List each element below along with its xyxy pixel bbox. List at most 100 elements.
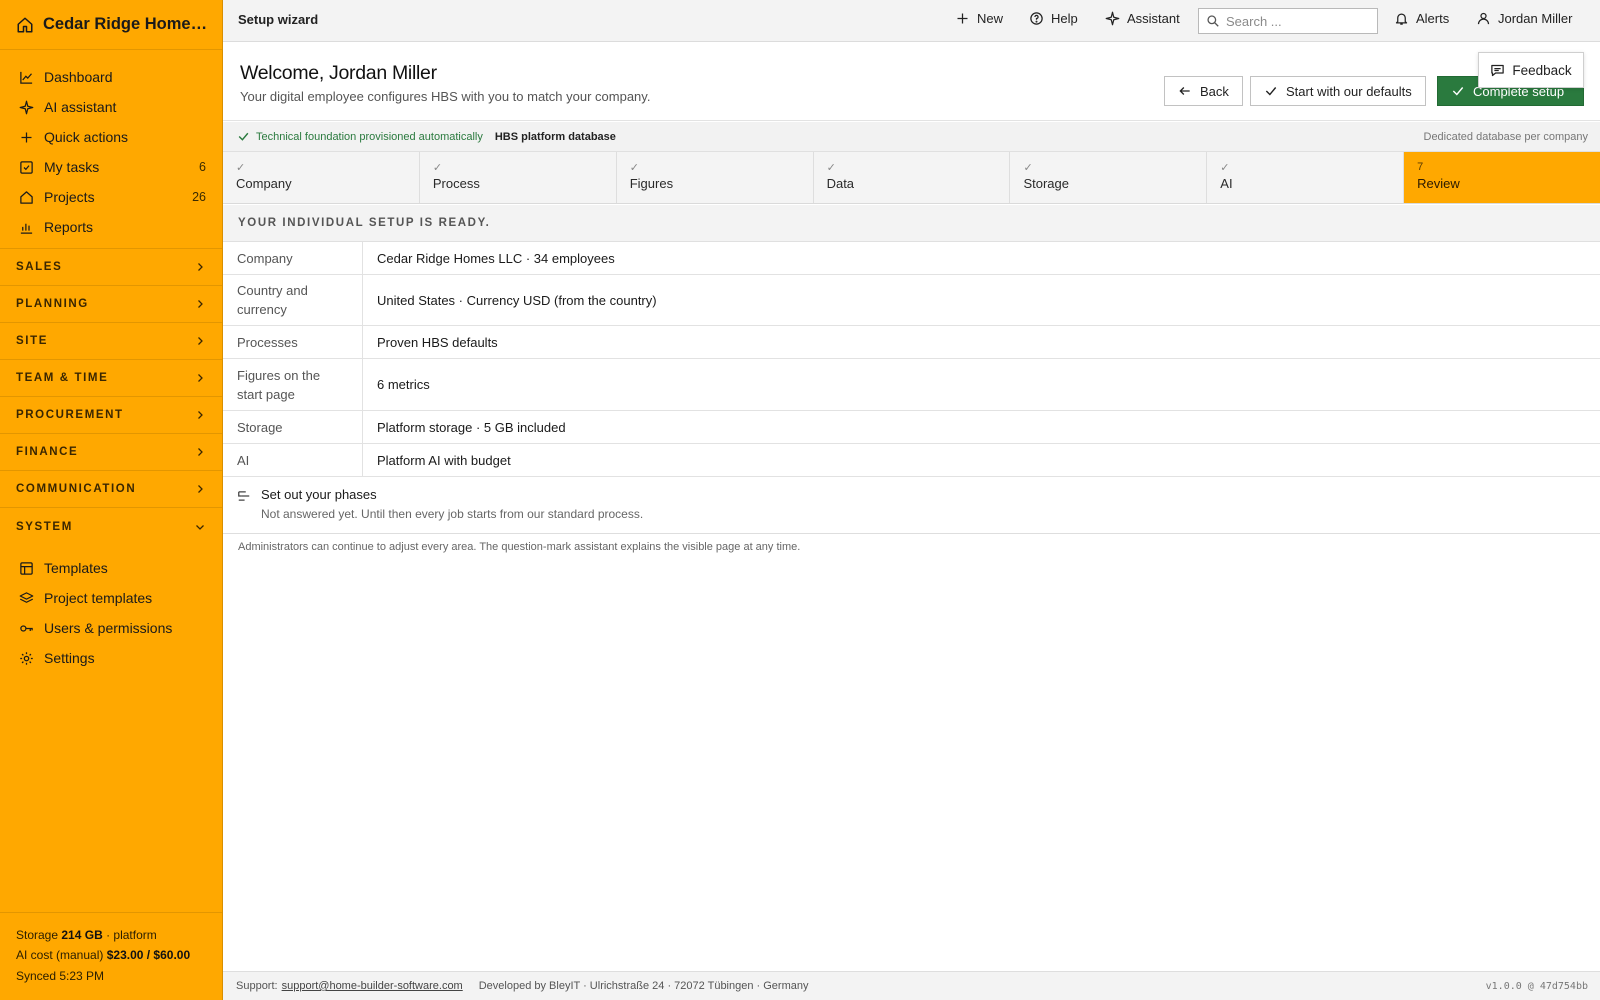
sidebar-item-label: Settings	[44, 650, 95, 666]
sidebar-item-project-templates[interactable]: Project templates	[0, 583, 222, 613]
phases-text: Set out your phases Not answered yet. Un…	[261, 487, 643, 523]
section-label: SYSTEM	[16, 520, 73, 533]
brand[interactable]: Cedar Ridge Homes LLC	[0, 0, 222, 50]
summary-value: Platform AI with budget	[377, 452, 511, 468]
summary-key: Processes	[223, 326, 363, 358]
search-box[interactable]	[1198, 8, 1378, 34]
section-finance[interactable]: FINANCE	[0, 434, 222, 471]
step-figures[interactable]: ✓ Figures	[616, 152, 814, 203]
storage-value: 214 GB	[61, 927, 103, 942]
sidebar-item-settings[interactable]: Settings	[0, 643, 222, 673]
storage-suffix: · platform	[106, 927, 157, 942]
check-icon	[1264, 84, 1278, 98]
step-storage[interactable]: ✓ Storage	[1010, 152, 1208, 203]
storage-label: Storage	[16, 927, 59, 942]
sync-status: Synced 5:23 PM	[16, 968, 105, 983]
step-label: Process	[432, 176, 480, 191]
chevron-right-icon	[194, 409, 206, 421]
feedback-button[interactable]: Feedback	[1478, 52, 1584, 88]
home-icon	[19, 190, 34, 205]
sidebar-item-templates[interactable]: Templates	[0, 553, 222, 583]
sidebar-item-my-tasks[interactable]: My tasks 6	[0, 152, 222, 182]
step-label: Storage	[1023, 176, 1069, 191]
new-button[interactable]: New	[955, 11, 1003, 26]
summary-row: Company Cedar Ridge Homes LLC · 34 emplo…	[223, 242, 1600, 275]
summary-value: United States · Currency USD (from the c…	[377, 292, 657, 308]
step-label: Figures	[629, 176, 674, 191]
step-check-mark: ✓	[1023, 162, 1033, 174]
step-company[interactable]: ✓ Company	[223, 152, 420, 203]
summary-key: Company	[223, 242, 363, 274]
sidebar-item-projects[interactable]: Projects 26	[0, 182, 222, 212]
database-note: Dedicated database per company	[1423, 130, 1589, 143]
section-communication[interactable]: COMMUNICATION	[0, 471, 222, 508]
section-label: COMMUNICATION	[16, 483, 137, 495]
step-review[interactable]: 7 Review	[1404, 152, 1600, 203]
section-label: PLANNING	[16, 298, 89, 310]
summary-row: Country and currency United States · Cur…	[223, 275, 1600, 326]
section-sales[interactable]: SALES	[0, 249, 222, 286]
summary-key: AI	[223, 444, 363, 476]
phases-prompt[interactable]: Set out your phases Not answered yet. Un…	[223, 477, 1600, 534]
plus-icon	[955, 11, 970, 26]
bar-chart-icon	[19, 220, 34, 235]
database-name: HBS platform database	[494, 130, 616, 143]
section-planning[interactable]: PLANNING	[0, 286, 222, 323]
page-title: Setup wizard	[238, 12, 319, 27]
search-input[interactable]	[1226, 13, 1366, 29]
ai-cost-label: AI cost (manual)	[16, 948, 104, 962]
section-label: TEAM & TIME	[16, 372, 109, 384]
system-nav: Templates Project templates Users & perm…	[0, 545, 222, 673]
checkbox-icon	[19, 160, 34, 175]
chat-icon	[1490, 63, 1505, 78]
chevron-right-icon	[194, 372, 206, 384]
step-check-mark: ✓	[826, 162, 836, 174]
chevron-right-icon	[194, 483, 206, 495]
sidebar-footer: Storage 214 GB · platform AI cost (manua…	[0, 911, 222, 1000]
sidebar-item-dashboard[interactable]: Dashboard	[0, 62, 222, 92]
user-menu-button[interactable]: Jordan Miller	[1476, 11, 1572, 26]
step-process[interactable]: ✓ Process	[419, 152, 617, 203]
sidebar-item-label: Users & permissions	[44, 620, 173, 636]
summary-value: Cedar Ridge Homes LLC · 34 employees	[377, 250, 615, 266]
summary-value: Proven HBS defaults	[377, 334, 498, 350]
sidebar-item-label: Reports	[44, 219, 94, 235]
step-ai[interactable]: ✓ AI	[1207, 152, 1405, 203]
summary-row: Processes Proven HBS defaults	[223, 326, 1600, 359]
help-button[interactable]: Help	[1029, 11, 1078, 26]
sidebar-item-quick-actions[interactable]: Quick actions	[0, 122, 222, 152]
sidebar-item-label: Projects	[44, 189, 95, 205]
welcome-subtitle: Your digital employee configures HBS wit…	[240, 89, 651, 104]
chart-line-icon	[19, 70, 34, 85]
back-button[interactable]: Back	[1164, 76, 1243, 106]
sidebar-item-label: Quick actions	[44, 129, 129, 145]
ai-cost-value: $23.00 / $60.00	[106, 948, 191, 962]
support-email-link[interactable]: support@home-builder-software.com	[282, 980, 463, 992]
section-label: FINANCE	[16, 446, 79, 458]
task-count-badge: 6	[199, 160, 206, 174]
step-number: 7	[1417, 161, 1424, 173]
section-team-time[interactable]: TEAM & TIME	[0, 360, 222, 397]
admin-note: Administrators can continue to adjust ev…	[238, 541, 801, 553]
sidebar-item-label: Dashboard	[44, 69, 113, 85]
help-label: Help	[1051, 11, 1078, 26]
chevron-right-icon	[194, 335, 206, 347]
summary-value: Platform storage · 5 GB included	[377, 419, 566, 435]
sidebar-item-ai-assistant[interactable]: AI assistant	[0, 92, 222, 122]
alerts-button[interactable]: Alerts	[1394, 11, 1449, 26]
template-icon	[19, 561, 34, 576]
section-procurement[interactable]: PROCUREMENT	[0, 397, 222, 434]
check-icon	[1451, 84, 1465, 98]
page-footer: Support: support@home-builder-software.c…	[223, 971, 1600, 1000]
step-check-mark: ✓	[432, 162, 443, 174]
sidebar-item-reports[interactable]: Reports	[0, 212, 222, 242]
step-data[interactable]: ✓ Data	[813, 152, 1011, 203]
foundation-status: Technical foundation provisioned automat…	[256, 130, 483, 143]
section-site[interactable]: SITE	[0, 323, 222, 360]
key-icon	[19, 621, 34, 636]
section-system[interactable]: SYSTEM	[0, 508, 222, 545]
sidebar-item-users-permissions[interactable]: Users & permissions	[0, 613, 222, 643]
step-label: Company	[236, 176, 292, 191]
assistant-button[interactable]: Assistant	[1105, 11, 1180, 26]
start-with-defaults-button[interactable]: Start with our defaults	[1250, 76, 1426, 106]
